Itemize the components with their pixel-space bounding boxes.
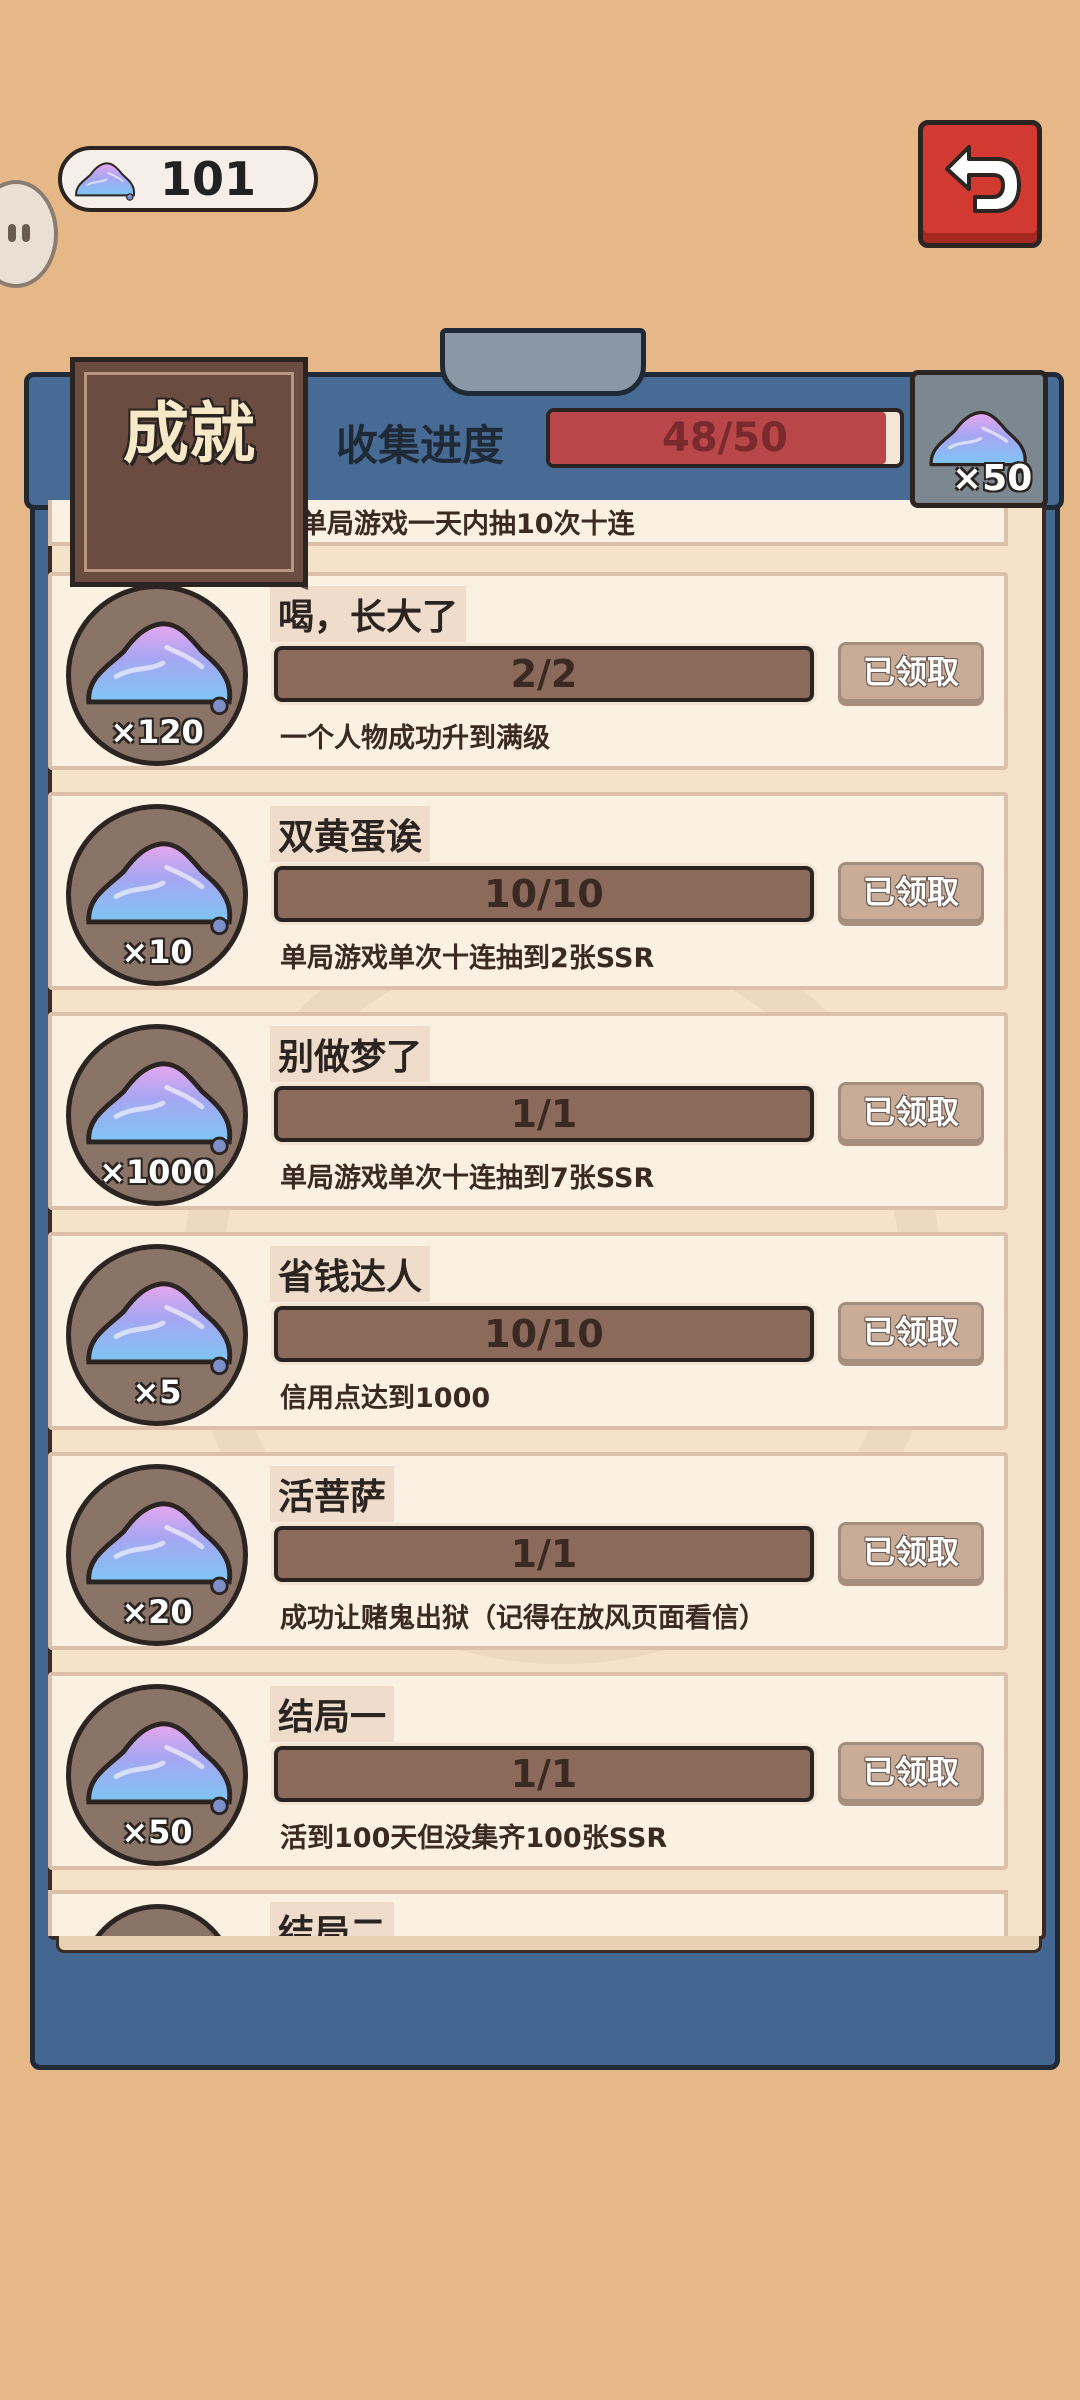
claimed-button[interactable]: 已领取 — [838, 862, 984, 922]
claimed-button[interactable]: 已领取 — [838, 1522, 984, 1582]
currency-amount: 101 — [160, 152, 257, 206]
achievement-title: 喝，长大了 — [270, 586, 467, 642]
paper-edge — [56, 1936, 1042, 1953]
currency-display: 101 — [58, 146, 318, 212]
gem-icon — [81, 1487, 237, 1597]
gem-icon — [81, 1047, 237, 1157]
achievement-progress-text: 2/2 — [510, 652, 578, 696]
reward-qty: ×20 — [121, 1593, 193, 1631]
back-arrow-icon — [945, 145, 1021, 213]
achievement-desc: 活到100天但没集齐100张SSR — [280, 1823, 668, 1854]
gem-icon — [81, 1707, 237, 1817]
achievement-title: 别做梦了 — [270, 1026, 431, 1082]
reward-qty: ×5 — [132, 1373, 182, 1411]
reward-medal: ×5 — [66, 1244, 248, 1426]
collection-progress-label: 收集进度 — [336, 421, 505, 470]
total-reward-qty: ×50 — [952, 458, 1033, 499]
achievement-title: 活菩萨 — [270, 1466, 395, 1522]
back-button[interactable] — [918, 120, 1042, 248]
achievement-title: 结局二 — [270, 1902, 395, 1936]
reward-qty: ×1000 — [99, 1153, 215, 1191]
achievement-desc: 单局游戏单次十连抽到2张SSR — [280, 943, 655, 974]
achievement-card: ×50 结局一 1/1 已领取 活到100天但没集齐100张SSR — [48, 1672, 1008, 1870]
gem-icon — [81, 607, 237, 717]
achievement-progress-text: 10/10 — [484, 1312, 604, 1356]
reward-medal: ×50 — [66, 1684, 248, 1866]
reward-medal: ×20 — [66, 1464, 248, 1646]
achievement-progress-text: 1/1 — [510, 1752, 578, 1796]
achievement-progress-text: 1/1 — [510, 1532, 578, 1576]
achievement-progress-text: 10/10 — [484, 872, 604, 916]
achievement-card: ×10 双黄蛋诶 10/10 已领取 单局游戏单次十连抽到2张SSR — [48, 792, 1008, 990]
collection-progress-text: 48/50 — [662, 415, 788, 461]
achievement-card: ×20 活菩萨 1/1 已领取 成功让赌鬼出狱（记得在放风页面看信） — [48, 1452, 1008, 1650]
achievement-progress-text: 1/1 — [510, 1092, 578, 1136]
gem-icon — [81, 1267, 237, 1377]
partial-item-desc: 单局游戏一天内抽10次十连 — [300, 509, 635, 540]
achievement-desc: 一个人物成功升到满级 — [280, 723, 550, 754]
reward-medal: ×10 — [66, 804, 248, 986]
gem-icon — [81, 827, 237, 937]
achievement-desc: 成功让赌鬼出狱（记得在放风页面看信） — [280, 1603, 766, 1634]
achievement-desc: 信用点达到1000 — [280, 1383, 491, 1414]
achievement-card: ×120 喝，长大了 2/2 已领取 一个人物成功升到满级 — [48, 572, 1008, 770]
reward-qty: ×50 — [121, 1813, 193, 1851]
list-item-partial: 结局二 — [48, 1890, 1008, 1936]
page-title: 成就 — [123, 395, 255, 472]
reward-qty: ×120 — [110, 713, 204, 751]
claimed-button[interactable]: 已领取 — [838, 1302, 984, 1362]
side-menu-handle[interactable] — [0, 180, 58, 288]
reward-qty: ×10 — [121, 933, 193, 971]
achievement-title: 省钱达人 — [270, 1246, 431, 1302]
achievement-title: 双黄蛋诶 — [270, 806, 431, 862]
reward-medal — [80, 1904, 236, 1936]
claimed-button[interactable]: 已领取 — [838, 1082, 984, 1142]
clipboard-clip — [440, 328, 646, 396]
achievement-desc: 单局游戏单次十连抽到7张SSR — [280, 1163, 655, 1194]
achievement-title: 结局一 — [270, 1686, 395, 1742]
achievement-card: ×5 省钱达人 10/10 已领取 信用点达到1000 — [48, 1232, 1008, 1430]
gem-icon — [72, 157, 138, 201]
achievement-card: ×1000 别做梦了 1/1 已领取 单局游戏单次十连抽到7张SSR — [48, 1012, 1008, 1210]
claimed-button[interactable]: 已领取 — [838, 1742, 984, 1802]
claimed-button[interactable]: 已领取 — [838, 642, 984, 702]
reward-medal: ×120 — [66, 584, 248, 766]
reward-medal: ×1000 — [66, 1024, 248, 1206]
